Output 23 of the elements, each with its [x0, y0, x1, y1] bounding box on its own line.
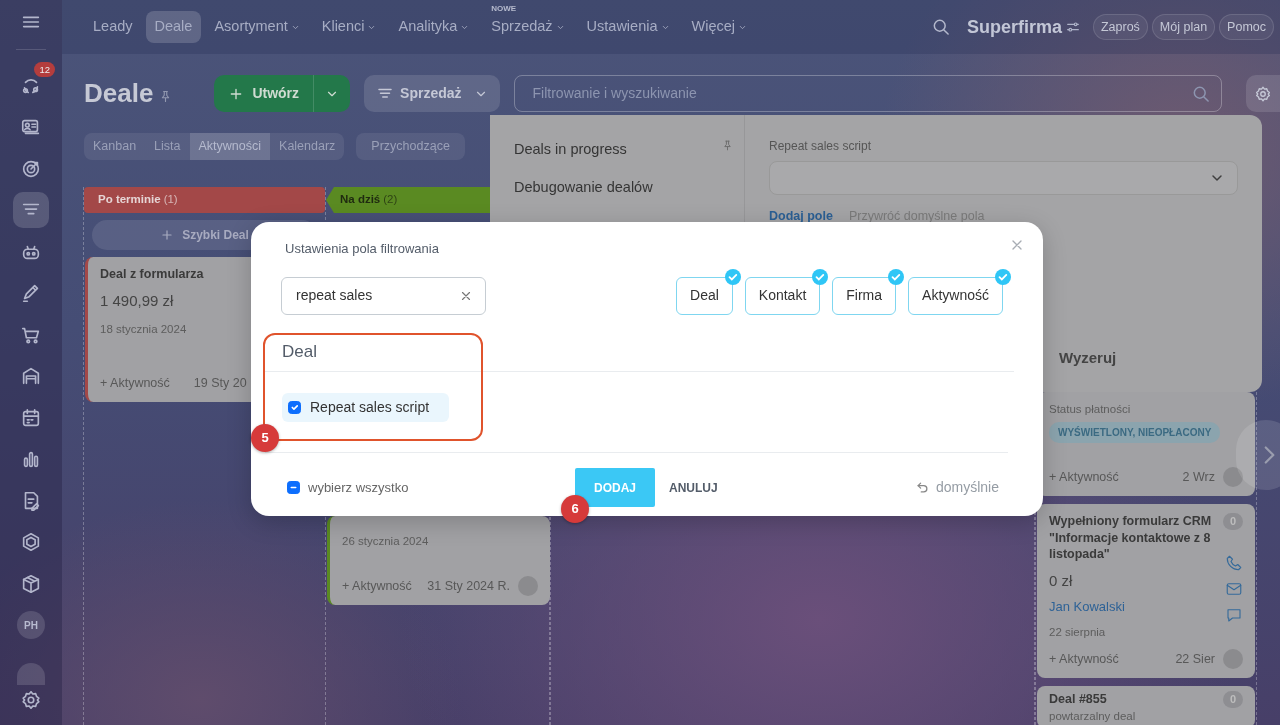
new-tag: NOWE: [491, 3, 517, 16]
deal-amount: 0 zł: [1049, 571, 1074, 591]
column-count: (1): [163, 192, 178, 208]
step-marker: 6: [561, 495, 589, 523]
section-title: Deal: [281, 340, 318, 363]
deal-date: 26 stycznia 2024: [342, 534, 429, 549]
field-label: Repeat sales script: [769, 138, 873, 155]
count-badge: 12: [34, 61, 55, 77]
column-count: (2): [383, 192, 398, 208]
card-subtitle: powtarzalny deal: [1049, 708, 1137, 724]
deal-date: 22 sierpnia: [1049, 625, 1107, 640]
due-date: 31 Sty 2024 R.: [427, 577, 510, 595]
field-label: Status płatności: [1049, 402, 1132, 417]
deal-amount: 1 490,99 zł: [100, 291, 175, 312]
due-date: 2 Wrz: [1182, 468, 1215, 486]
deal-date: 18 stycznia 2024: [100, 321, 187, 337]
status-badge: WYŚWIETLONY, NIEOPŁACONY: [1049, 422, 1221, 444]
due-date: 19 Sty 20: [193, 375, 247, 392]
page-title: Deale: [84, 77, 154, 110]
due-date: 22 Sier: [1175, 650, 1215, 668]
column-title: Po terminie: [98, 192, 161, 208]
column-title: Na dziś: [340, 192, 381, 208]
step-marker: 5: [251, 424, 279, 452]
